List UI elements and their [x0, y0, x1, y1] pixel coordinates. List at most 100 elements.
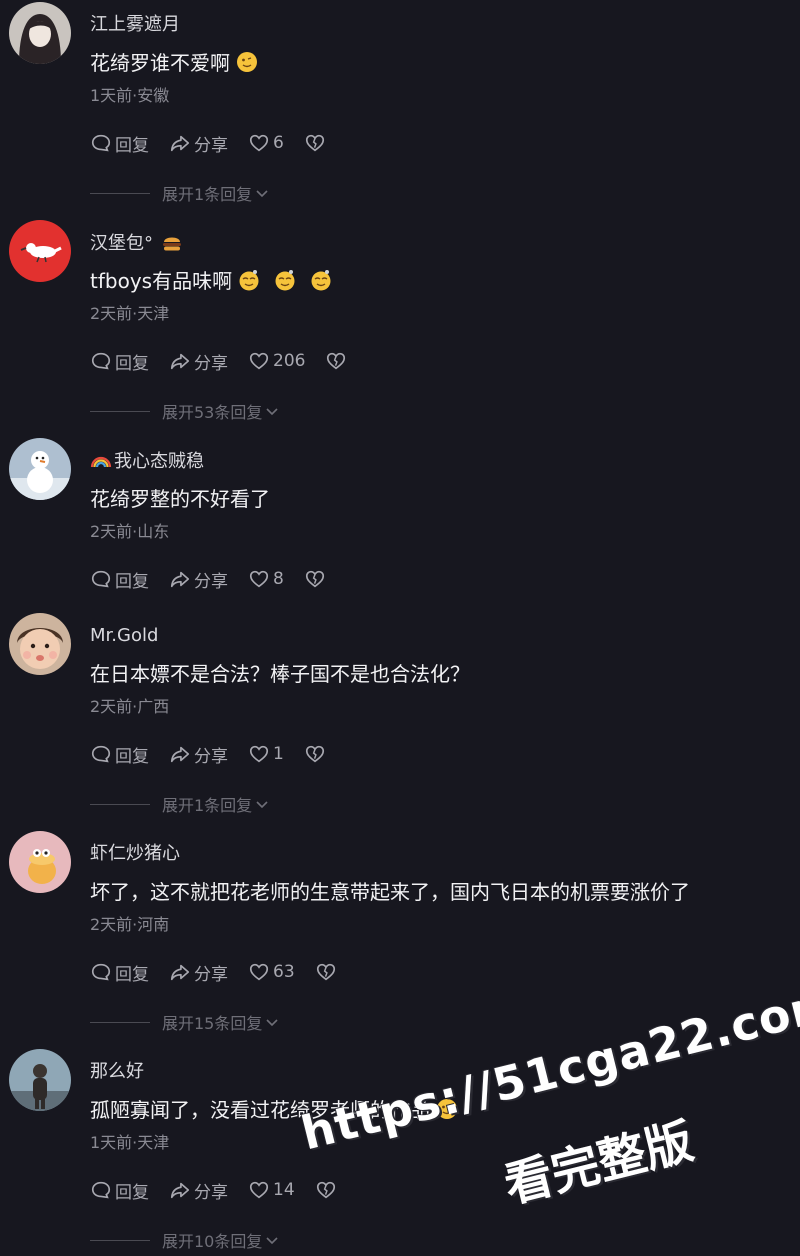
like-button[interactable]: 8 [248, 568, 284, 590]
comment-meta: 2天前·山东 [90, 522, 170, 541]
comment-text-body: 花绮罗谁不爱啊 [90, 51, 230, 75]
avatar[interactable] [9, 613, 71, 675]
comment-actions: 回复 分享 6 [90, 131, 349, 156]
comment-text: tfboys有品味啊 [90, 268, 332, 294]
expand-replies-button[interactable]: 展开1条回复 [90, 792, 270, 816]
comment-text: 花绮罗谁不爱啊 [90, 50, 258, 76]
username-text[interactable]: 汉堡包° [90, 233, 153, 254]
username: 汉堡包° [90, 232, 181, 255]
share-button[interactable]: 分享 [169, 960, 228, 985]
like-count: 14 [273, 1180, 295, 1200]
comment-text: 花绮罗整的不好看了 [90, 487, 270, 511]
heart-icon [249, 1181, 269, 1199]
zany-face-emoji-icon [436, 1098, 458, 1120]
share-button[interactable]: 分享 [169, 1178, 228, 1203]
reply-button[interactable]: 回复 [90, 1178, 149, 1203]
dislike-button[interactable] [315, 961, 340, 983]
share-arrow-icon [170, 964, 190, 981]
share-label: 分享 [194, 964, 228, 985]
dislike-button[interactable] [325, 350, 350, 372]
dislike-button[interactable] [304, 132, 329, 154]
username[interactable]: 江上雾遮月 [90, 14, 180, 36]
dislike-button[interactable] [304, 568, 329, 590]
username-text[interactable]: 我心态贼稳 [114, 451, 204, 472]
reply-button[interactable]: 回复 [90, 567, 149, 592]
share-button[interactable]: 分享 [169, 349, 228, 374]
reply-bubble-icon [91, 570, 111, 588]
like-button[interactable]: 14 [248, 1179, 295, 1201]
comment-text: 在日本嫖不是合法？棒子国不是也合法化？ [90, 662, 470, 686]
expand-replies-button[interactable]: 展开1条回复 [90, 181, 270, 205]
reply-bubble-icon [91, 134, 111, 152]
like-count: 1 [273, 744, 284, 764]
share-label: 分享 [194, 1182, 228, 1203]
username[interactable]: 那么好 [90, 1061, 144, 1083]
drunk-face-emoji-icon [310, 269, 332, 291]
comment-meta: 2天前·天津 [90, 304, 170, 323]
chevron-down-icon [266, 1237, 278, 1245]
watermark: https://51cga22.com 看完整版 [296, 975, 800, 1250]
dislike-button[interactable] [315, 1179, 340, 1201]
comment-text-body: tfboys有品味啊 [90, 269, 233, 293]
comment-meta: 2天前·广西 [90, 697, 170, 716]
avatar[interactable] [9, 438, 71, 500]
avatar[interactable] [9, 831, 71, 893]
username[interactable]: Mr.Gold [90, 625, 158, 647]
reply-button[interactable]: 回复 [90, 131, 149, 156]
comment-meta: 1天前·天津 [90, 1133, 170, 1152]
reply-button[interactable]: 回复 [90, 960, 149, 985]
reply-button[interactable]: 回复 [90, 349, 149, 374]
reply-bubble-icon [91, 1181, 111, 1199]
comment-meta: 2天前·河南 [90, 915, 170, 934]
reply-label: 回复 [115, 353, 149, 374]
comment-text: 孤陋寡闻了，没看过花绮罗老师的作品 [90, 1097, 458, 1123]
like-button[interactable]: 1 [248, 743, 284, 765]
drunk-face-emoji-icon [238, 269, 260, 291]
divider-line [90, 1239, 150, 1241]
share-label: 分享 [194, 746, 228, 767]
broken-heart-icon [305, 745, 324, 763]
comment-text: 坏了，这不就把花老师的生意带起来了，国内飞日本的机票要涨价了 [90, 880, 690, 904]
avatar[interactable] [9, 1049, 71, 1111]
like-button[interactable]: 206 [248, 350, 305, 372]
share-label: 分享 [194, 353, 228, 374]
reply-button[interactable]: 回复 [90, 742, 149, 767]
comment-actions: 回复 分享 63 [90, 960, 360, 985]
zany-face-emoji-icon [236, 51, 258, 73]
broken-heart-icon [327, 352, 346, 370]
comment-meta: 1天前·安徽 [90, 86, 170, 105]
share-button[interactable]: 分享 [169, 742, 228, 767]
share-arrow-icon [170, 353, 190, 370]
chevron-down-icon [256, 801, 268, 809]
share-arrow-icon [170, 135, 190, 152]
heart-icon [249, 963, 269, 981]
expand-replies-button[interactable]: 展开15条回复 [90, 1010, 280, 1034]
share-button[interactable]: 分享 [169, 567, 228, 592]
username[interactable]: 虾仁炒猪心 [90, 843, 180, 865]
dislike-button[interactable] [304, 743, 329, 765]
expand-replies-button[interactable]: 展开53条回复 [90, 399, 280, 423]
like-button[interactable]: 63 [248, 961, 295, 983]
reply-bubble-icon [91, 745, 111, 763]
share-label: 分享 [194, 571, 228, 592]
like-count: 8 [273, 569, 284, 589]
broken-heart-icon [305, 134, 324, 152]
share-arrow-icon [170, 571, 190, 588]
like-count: 63 [273, 962, 295, 982]
comment-actions: 回复 分享 206 [90, 349, 370, 374]
like-button[interactable]: 6 [248, 132, 284, 154]
avatar[interactable] [9, 2, 71, 64]
share-button[interactable]: 分享 [169, 131, 228, 156]
expand-replies-label: 展开53条回复 [162, 403, 263, 422]
reply-label: 回复 [115, 964, 149, 985]
chevron-down-icon [266, 408, 278, 416]
like-count: 206 [273, 351, 306, 371]
comment-actions: 回复 分享 1 [90, 742, 349, 767]
avatar[interactable] [9, 220, 71, 282]
expand-replies-label: 展开15条回复 [162, 1014, 263, 1033]
expand-replies-button[interactable]: 展开10条回复 [90, 1228, 280, 1252]
divider-line [90, 803, 150, 805]
comment-actions: 回复 分享 14 [90, 1178, 360, 1203]
reply-label: 回复 [115, 571, 149, 592]
hamburger-icon [161, 232, 181, 252]
